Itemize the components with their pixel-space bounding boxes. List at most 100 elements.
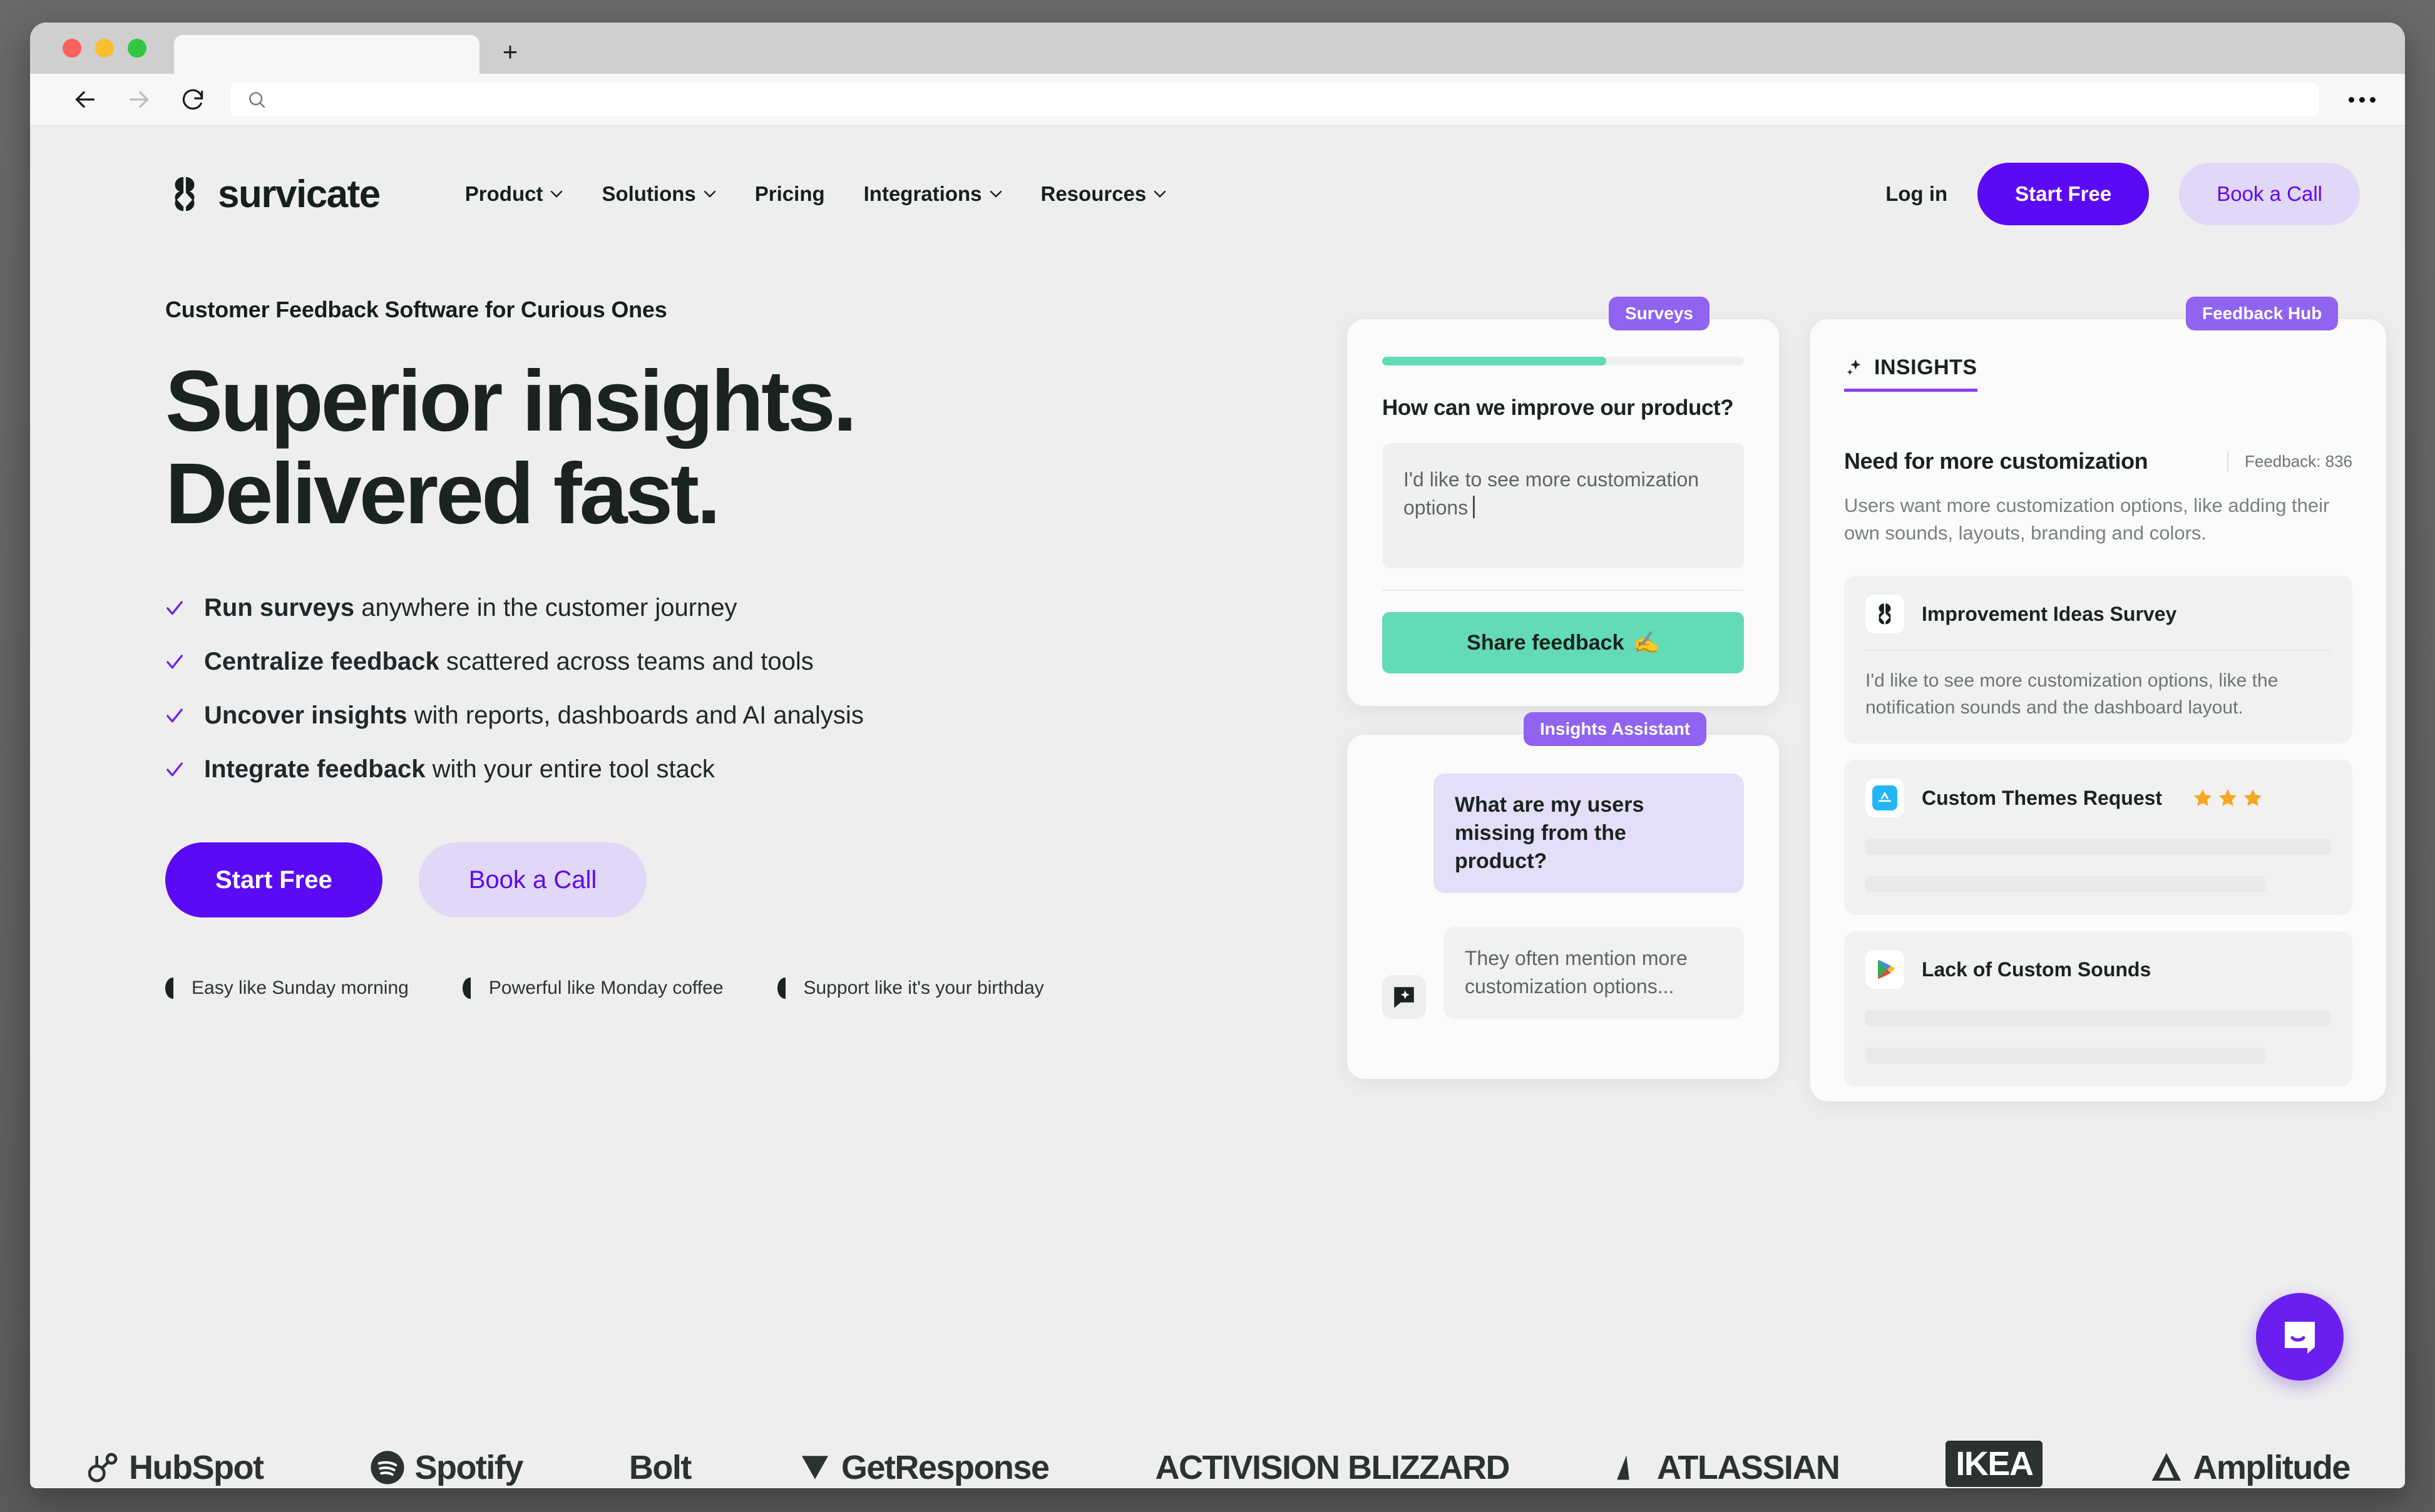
window-traffic-lights [30,39,146,74]
intercom-chat-icon [2285,1322,2315,1354]
nav-label: Product [464,182,543,205]
text-caret [1473,495,1475,518]
bullet-bold: Run surveys [204,594,355,622]
close-window-button[interactable] [63,39,81,58]
list-item[interactable]: Custom Themes Request [1844,760,2352,916]
ai-chat-sparkle-glyph [1394,986,1414,1008]
survey-question: How can we improve our product? [1382,396,1734,420]
nav-label: Pricing [754,182,825,205]
placeholder-line [1865,839,2331,856]
list-item[interactable]: Lack of Custom Sounds [1844,931,2352,1087]
bullet-rest: anywhere in the customer journey [354,594,737,622]
share-feedback-button[interactable]: Share feedback ✍️ [1382,612,1744,673]
feedback-item-name: Lack of Custom Sounds [1922,958,2151,981]
nav-item-pricing[interactable]: Pricing [755,182,825,206]
assistant-reply-row: They often mention more customization op… [1382,926,1744,1019]
assistant-bot-message: They often mention more customization op… [1443,926,1744,1019]
bullet-bold: Centralize feedback [204,648,439,676]
star-icon [2218,789,2237,807]
hero-cta-row: Start Free Book a Call [165,842,1330,918]
list-item: Centralize feedback scattered across tea… [165,648,1330,676]
insight-feedback-count: Feedback: 836 [2227,451,2352,471]
spotify-icon [371,1451,405,1484]
coffee-bean-icon [462,978,471,999]
hero-headline-line2: Delivered fast. [165,445,720,542]
back-arrow-icon[interactable] [69,83,101,116]
survicate-mark-icon [175,176,195,212]
feedback-item-header: Lack of Custom Sounds [1865,950,2331,989]
check-icon [167,655,183,669]
trust-label: Easy like Sunday morning [192,978,409,999]
logo-label: HubSpot [129,1449,264,1486]
list-item: Integrate feedback with your entire tool… [165,755,1330,784]
hero-headline: Superior insights. Delivered fast. [165,355,1330,540]
ai-chat-sparkle-icon [1382,974,1426,1019]
header-book-call-button[interactable]: Book a Call [2179,163,2360,225]
logo-label: IKEA [1945,1441,2043,1487]
tab-insights[interactable]: INSIGHTS [1844,355,1977,392]
google-play-glyph [1878,960,1895,979]
nav-item-product[interactable]: Product [465,182,563,206]
divider [1382,590,1744,591]
survey-answer-value: I'd like to see more customization optio… [1403,468,1699,519]
insights-assistant-card: What are my users missing from the produ… [1347,735,1779,1079]
nav-item-solutions[interactable]: Solutions [602,182,715,206]
bullet-bold: Integrate feedback [204,755,426,784]
browser-tab[interactable] [174,35,479,74]
brand-name: survicate [218,172,381,216]
hero-copy: Customer Feedback Software for Curious O… [165,297,1330,1104]
insight-title: Need for more customization [1844,448,2148,474]
placeholder-line [1865,1048,2266,1065]
hero-bullet-list: Run surveys anywhere in the customer jou… [165,594,1330,784]
hero-start-free-button[interactable]: Start Free [165,842,382,918]
maximize-window-button[interactable] [128,39,146,58]
header-actions: Log in Start Free Book a Call [1885,163,2360,225]
list-item[interactable]: Improvement Ideas Survey I'd like to see… [1844,576,2352,744]
hubspot-logo: HubSpot [85,1448,264,1487]
address-bar[interactable] [230,83,2319,116]
survicate-mark-glyph [1879,603,1891,625]
hero-book-call-button[interactable]: Book a Call [418,842,647,918]
main-navigation: Product Solutions Pricing Integrations R… [465,182,1166,206]
hero-section: Customer Feedback Software for Curious O… [30,225,2405,1104]
app-store-glyph [1872,785,1897,811]
browser-window: + survicate Product Solutions Pricing In… [30,23,2405,1488]
hero-eyebrow: Customer Feedback Software for Curious O… [165,297,667,322]
header-start-free-button[interactable]: Start Free [1977,163,2150,225]
survey-answer-input[interactable]: I'd like to see more customization optio… [1382,443,1744,568]
logo-label: ATLASSIAN [1656,1449,1840,1486]
trust-label: Support like it's your birthday [803,978,1044,999]
chevron-down-icon [704,190,715,198]
feedback-item-name: Custom Themes Request [1922,786,2163,809]
logo-label: Amplitude [2193,1449,2350,1486]
list-item: Powerful like Monday coffee [462,978,724,999]
nav-item-integrations[interactable]: Integrations [864,182,1002,206]
reload-icon[interactable] [177,83,209,116]
chevron-down-icon [1154,190,1166,198]
brand-logo[interactable]: survicate [165,172,381,217]
new-tab-button[interactable]: + [496,37,525,66]
overflow-menu-icon[interactable] [2340,83,2384,116]
atlassian-icon [1617,1455,1629,1480]
chevron-down-icon [990,190,1002,198]
feedback-item-header: Custom Themes Request [1865,779,2331,818]
check-icon [167,708,183,723]
nav-item-resources[interactable]: Resources [1041,182,1167,206]
amplitude-icon [2152,1453,2181,1481]
hubspot-sprocket-icon [88,1453,118,1483]
insight-header: Need for more customization Feedback: 83… [1844,448,2352,474]
check-icon [167,601,183,615]
browser-toolbar [30,74,2405,126]
share-feedback-label: Share feedback [1467,630,1624,655]
list-item: Support like it's your birthday [777,978,1044,999]
bolt-logo: Bolt [629,1448,692,1487]
assistant-user-message: What are my users missing from the produ… [1433,774,1744,893]
coffee-bean-icon [165,978,173,999]
minimize-window-button[interactable] [95,39,114,58]
login-link[interactable]: Log in [1885,182,1947,206]
writing-hand-emoji: ✍️ [1633,631,1659,655]
intercom-chat-button[interactable] [2256,1293,2344,1381]
list-item: Run surveys anywhere in the customer jou… [165,594,1330,622]
hero-trust-row: Easy like Sunday morning Powerful like M… [165,978,1330,999]
rating-stars [2192,787,2263,809]
